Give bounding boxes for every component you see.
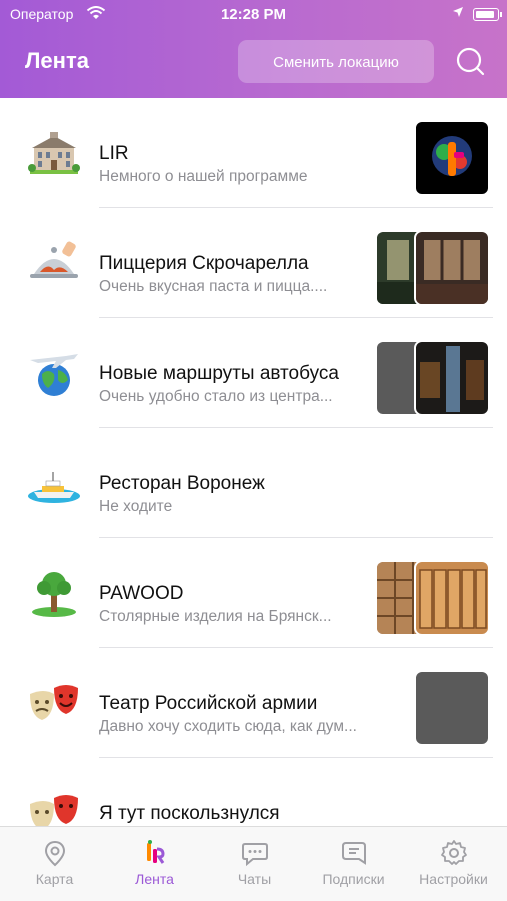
change-location-button[interactable]: Сменить локацию xyxy=(238,40,434,83)
tab-subscriptions[interactable]: Подписки xyxy=(303,827,404,901)
item-subtitle: Давно хочу сходить сюда, как дум... xyxy=(99,718,357,735)
location-arrow-icon xyxy=(453,7,463,17)
tab-feed[interactable]: Лента xyxy=(104,827,205,901)
item-title: LIR xyxy=(99,143,129,164)
item-title: Ресторан Воронеж xyxy=(99,473,265,494)
item-subtitle: Очень вкусная паста и пицца.... xyxy=(99,278,328,295)
theater-masks-icon xyxy=(30,795,78,826)
photo-placeholder xyxy=(419,569,487,629)
tab-settings[interactable]: Настройки xyxy=(403,827,504,901)
tab-label: Настройки xyxy=(419,871,488,887)
chat-icon xyxy=(241,843,268,867)
item-title: Театр Российской армии xyxy=(99,693,318,714)
tab-label: Лента xyxy=(135,871,174,887)
tab-map[interactable]: Карта xyxy=(4,827,105,901)
list-item[interactable]: Театр Российской армии Давно хочу сходит… xyxy=(0,648,507,758)
tab-label: Подписки xyxy=(322,871,385,887)
photo-placeholder xyxy=(420,346,484,412)
lir-logo-image xyxy=(432,136,472,176)
thumbnail-image[interactable] xyxy=(414,230,490,306)
tab-bar: Карта Лента Чаты Подписки Настройки xyxy=(0,826,507,901)
item-title: Пиццерия Скрочарелла xyxy=(99,253,309,274)
list-item[interactable]: Ресторан Воронеж Не ходите xyxy=(0,428,507,538)
battery-icon xyxy=(473,8,502,21)
item-subtitle: Столярные изделия на Брянск... xyxy=(99,608,332,625)
status-bar: Оператор 12:28 PM xyxy=(0,6,507,24)
list-item[interactable]: PAWOOD Столярные изделия на Брянск... xyxy=(0,538,507,648)
serving-dish-icon xyxy=(30,241,78,278)
top-header: Оператор 12:28 PM Лента Сменить локацию xyxy=(0,0,507,98)
feed-list[interactable]: LIR Немного о нашей программе Пиццерия С… xyxy=(0,98,507,826)
item-subtitle: Очень удобно стало из центра... xyxy=(99,388,333,405)
subscriptions-icon xyxy=(341,842,366,865)
tab-label: Карта xyxy=(35,871,74,887)
list-item[interactable]: Новые маршруты автобуса Очень удобно ста… xyxy=(0,318,507,428)
thumbnail-image[interactable] xyxy=(414,340,490,416)
list-item[interactable]: LIR Немного о нашей программе xyxy=(0,98,507,208)
photo-placeholder xyxy=(416,240,488,304)
item-title: Я тут поскользнулся xyxy=(99,803,280,824)
clock: 12:28 PM xyxy=(220,6,287,23)
gear-icon xyxy=(440,840,467,865)
tab-chats[interactable]: Чаты xyxy=(204,827,305,901)
building-icon xyxy=(28,132,80,174)
page-title: Лента xyxy=(25,48,89,73)
lir-logo-icon xyxy=(146,840,165,864)
tab-label: Чаты xyxy=(237,871,272,887)
item-subtitle: Немного о нашей программе xyxy=(99,168,308,185)
list-item[interactable]: Пиццерия Скрочарелла Очень вкусная паста… xyxy=(0,208,507,318)
search-icon[interactable] xyxy=(456,47,486,77)
globe-plane-icon xyxy=(30,354,78,396)
thumbnail-image[interactable] xyxy=(414,670,490,746)
item-subtitle: Не ходите xyxy=(99,498,173,515)
list-item[interactable]: Я тут поскользнулся xyxy=(0,758,507,826)
thumbnail-image[interactable] xyxy=(414,560,490,636)
item-title: PAWOOD xyxy=(99,583,184,604)
tree-icon xyxy=(32,572,76,617)
theater-masks-icon xyxy=(30,685,78,720)
thumbnail-image[interactable] xyxy=(414,120,490,196)
boat-icon xyxy=(28,472,80,503)
item-title: Новые маршруты автобуса xyxy=(99,363,339,384)
map-pin-icon xyxy=(44,840,65,867)
